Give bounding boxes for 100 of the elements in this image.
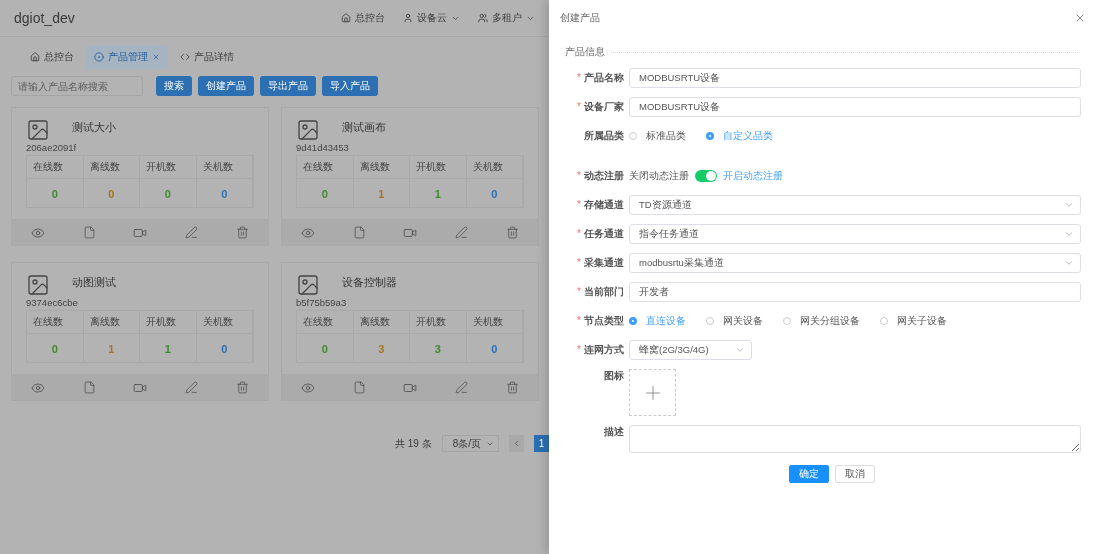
stat-header: 关机数 [196, 311, 253, 334]
app-title: dgiot_dev [14, 10, 76, 26]
nav-item[interactable]: 设备云 [403, 11, 460, 25]
field-label: * 采集通道 [577, 256, 624, 270]
view-icon[interactable] [300, 225, 315, 240]
close-icon[interactable] [1074, 12, 1086, 24]
stat-header: 开机数 [410, 311, 467, 334]
switch-off-label: 关闭动态注册 [629, 169, 689, 183]
description-field[interactable] [629, 425, 1081, 453]
chevron-down-icon [1064, 229, 1074, 239]
circle-icon [94, 52, 104, 62]
switch-on-label: 开启动态注册 [723, 169, 783, 183]
file-icon[interactable] [82, 226, 96, 239]
upload-box[interactable] [629, 369, 676, 416]
stat-value: 0 [108, 188, 115, 200]
nav-item[interactable]: 多租户 [478, 11, 535, 25]
home-icon [341, 13, 351, 23]
select-field[interactable]: modbusrtu采集通道 [629, 253, 1081, 273]
field-label: * 设备厂家 [577, 100, 624, 114]
delete-icon[interactable] [236, 381, 250, 394]
stat-header: 关机数 [466, 156, 523, 179]
users-icon [478, 13, 488, 23]
text-field[interactable]: 开发者 [629, 282, 1081, 302]
field-label: 描述 [604, 425, 624, 439]
file-icon[interactable] [82, 381, 96, 394]
toolbar-button[interactable]: 搜索 [156, 76, 192, 96]
stat-value: 1 [164, 343, 171, 355]
close-icon[interactable] [152, 53, 160, 61]
edit-icon[interactable] [185, 381, 199, 394]
select-field[interactable]: 指令任务通道 [629, 224, 1081, 244]
radio-option[interactable]: 网关设备 [706, 314, 763, 328]
image-icon [296, 273, 320, 297]
toggle-switch[interactable] [695, 170, 717, 182]
stat-value: 1 [378, 188, 385, 200]
edit-icon[interactable] [455, 226, 469, 239]
page-number[interactable]: 1 [534, 435, 549, 452]
stat-header: 在线数 [297, 311, 354, 334]
radio-option[interactable]: 网关分组设备 [783, 314, 860, 328]
cancel-button[interactable]: 取消 [835, 465, 875, 483]
text-field[interactable]: MODBUSRTU设备 [629, 97, 1081, 117]
select-field[interactable]: TD资源通道 [629, 195, 1081, 215]
field-label: * 任务通道 [577, 227, 624, 241]
chevron-down-icon [1064, 258, 1074, 268]
field-label: * 连网方式 [577, 343, 624, 357]
stat-header: 在线数 [297, 156, 354, 179]
view-icon[interactable] [300, 380, 315, 395]
stat-value: 0 [51, 343, 58, 355]
stat-header: 在线数 [27, 311, 84, 334]
chevron-down-icon [735, 345, 745, 355]
stat-header: 开机数 [410, 156, 467, 179]
search-field[interactable]: 请输入产品名称搜索 [11, 76, 143, 96]
view-icon[interactable] [30, 380, 45, 395]
stat-value: 0 [221, 188, 228, 200]
code-icon [180, 52, 190, 62]
field-label: 图标 [604, 369, 624, 383]
page-size-select[interactable]: 8条/页 [441, 435, 499, 452]
delete-icon[interactable] [236, 226, 250, 239]
user-icon [403, 13, 413, 23]
nav-item[interactable]: 总控台 [341, 11, 385, 25]
stat-value: 0 [51, 188, 58, 200]
stat-value: 3 [378, 343, 385, 355]
radio-option[interactable]: 自定义品类 [706, 129, 773, 143]
field-label: * 产品名称 [577, 71, 624, 85]
tab[interactable]: 产品详情 [172, 45, 242, 69]
view-icon[interactable] [30, 225, 45, 240]
toolbar-button[interactable]: 导出产品 [260, 76, 316, 96]
stat-header: 在线数 [27, 156, 84, 179]
delete-icon[interactable] [506, 226, 520, 239]
image-icon [26, 118, 50, 142]
stat-value: 1 [108, 343, 115, 355]
product-name: 动图测试 [72, 275, 116, 290]
edit-icon[interactable] [185, 226, 199, 239]
radio-option[interactable]: 网关子设备 [880, 314, 947, 328]
delete-icon[interactable] [506, 381, 520, 394]
text-field[interactable]: MODBUSRTU设备 [629, 68, 1081, 88]
tab[interactable]: 总控台 [22, 45, 82, 69]
radio-option[interactable]: 直连设备 [629, 314, 686, 328]
product-id: 206ae2091f [25, 142, 78, 153]
product-id: 9374ec6cbe [25, 297, 79, 308]
file-icon[interactable] [352, 226, 366, 239]
stat-value: 0 [321, 188, 328, 200]
tab[interactable]: 产品管理 [86, 45, 168, 69]
confirm-button[interactable]: 确定 [789, 465, 829, 483]
stat-header: 关机数 [466, 311, 523, 334]
toolbar-button[interactable]: 导入产品 [322, 76, 378, 96]
edit-icon[interactable] [455, 381, 469, 394]
radio-option[interactable]: 标准品类 [629, 129, 686, 143]
stat-value: 0 [491, 188, 498, 200]
toolbar-button[interactable]: 创建产品 [198, 76, 254, 96]
select-field[interactable]: 蜂窝(2G/3G/4G) [629, 340, 752, 360]
stat-header: 离线数 [353, 311, 410, 334]
stat-value: 1 [434, 188, 441, 200]
image-icon [296, 118, 320, 142]
field-label: * 当前部门 [577, 285, 624, 299]
total-count: 共 19 条 [395, 436, 432, 451]
stat-header: 关机数 [196, 156, 253, 179]
field-label: * 节点类型 [577, 314, 624, 328]
file-icon[interactable] [352, 381, 366, 394]
chevron-down-icon [1064, 200, 1074, 210]
stat-header: 开机数 [140, 156, 197, 179]
